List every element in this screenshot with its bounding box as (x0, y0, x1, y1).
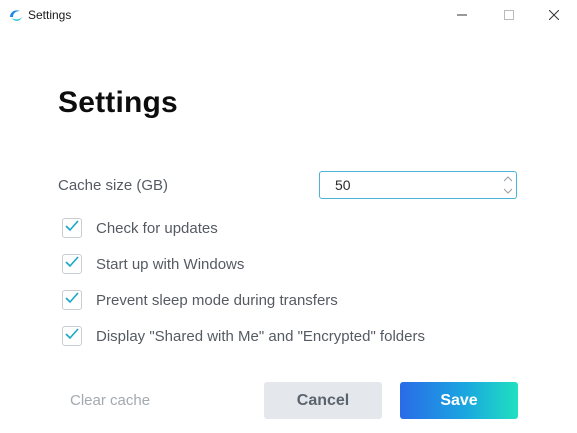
option-label: Display "Shared with Me" and "Encrypted"… (96, 327, 425, 345)
option-display-shared-encrypted[interactable]: Display "Shared with Me" and "Encrypted"… (62, 325, 425, 347)
option-check-for-updates[interactable]: Check for updates (62, 217, 218, 239)
option-label: Prevent sleep mode during transfers (96, 291, 338, 309)
app-logo-icon (8, 8, 24, 24)
checkbox[interactable] (62, 326, 82, 346)
checkmark-icon (65, 219, 79, 237)
checkmark-icon (65, 291, 79, 309)
close-icon (548, 7, 560, 25)
save-button[interactable]: Save (400, 382, 518, 419)
page-title: Settings (58, 86, 178, 119)
checkbox[interactable] (62, 290, 82, 310)
clear-cache-link[interactable]: Clear cache (70, 392, 150, 409)
option-label: Start up with Windows (96, 255, 245, 273)
option-label: Check for updates (96, 219, 218, 237)
checkmark-icon (65, 327, 79, 345)
minimize-button[interactable] (439, 0, 485, 31)
maximize-icon (504, 7, 514, 25)
option-prevent-sleep[interactable]: Prevent sleep mode during transfers (62, 289, 338, 311)
cache-size-stepper[interactable] (319, 171, 517, 199)
minimize-icon (457, 7, 467, 25)
title-bar: Settings (0, 0, 577, 31)
checkbox[interactable] (62, 218, 82, 238)
maximize-button[interactable] (486, 0, 532, 31)
checkmark-icon (65, 255, 79, 273)
close-button[interactable] (531, 0, 577, 31)
checkbox[interactable] (62, 254, 82, 274)
window-title: Settings (28, 8, 72, 22)
cancel-button[interactable]: Cancel (264, 382, 382, 419)
cache-size-input[interactable] (320, 172, 500, 198)
option-start-up-with-windows[interactable]: Start up with Windows (62, 253, 244, 275)
spin-up-icon[interactable] (503, 174, 513, 184)
spin-down-icon[interactable] (503, 186, 513, 196)
cache-size-label: Cache size (GB) (58, 177, 169, 194)
